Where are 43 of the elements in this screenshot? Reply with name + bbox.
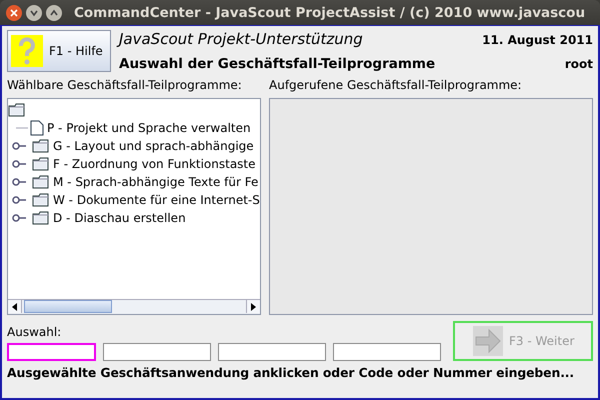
collapsed-handle-icon[interactable] (12, 213, 26, 223)
input-field[interactable] (333, 343, 441, 361)
tree-item[interactable]: P - Projekt und Sprache verwalten (47, 121, 251, 135)
minimize-button[interactable] (26, 4, 42, 20)
input-field[interactable] (218, 343, 326, 361)
chevron-down-icon (30, 8, 38, 16)
input-field[interactable] (103, 343, 211, 361)
called-label: Aufgerufene Geschäftsfall-Teilprogramme: (269, 78, 523, 92)
left-arrow-icon[interactable] (12, 302, 17, 310)
close-button[interactable] (6, 4, 22, 20)
window-title: CommandCenter - JavaScout ProjectAssist / (c) 2010 www.javascou (74, 4, 586, 20)
collapsed-handle-icon[interactable] (12, 177, 26, 187)
input-field[interactable] (7, 343, 96, 361)
folder-icon (32, 193, 50, 207)
close-icon (10, 8, 18, 16)
tree-item[interactable]: G - Layout und sprach-abhängige (53, 139, 254, 153)
collapsed-handle-icon[interactable] (12, 195, 26, 205)
maximize-button[interactable] (46, 4, 62, 20)
user-name: root (564, 57, 593, 71)
tree-item[interactable]: W - Dokumente für eine Internet-S (53, 193, 260, 207)
tree-item[interactable]: F - Zuordnung von Funktionstaste (53, 157, 256, 171)
tree-item[interactable]: M - Sprach-abhängige Texte für Fe (53, 175, 258, 189)
right-arrow-icon[interactable] (251, 302, 256, 310)
horizontal-scrollbar[interactable] (8, 299, 260, 314)
folder-icon (32, 175, 50, 189)
tree-item[interactable]: D - Diaschau erstellen (53, 211, 186, 225)
folder-icon (32, 157, 50, 171)
selection-label: Auswahl: (7, 325, 62, 339)
status-message: Ausgewählte Geschäftsanwendung anklicken oder Code oder Nummer eingeben... (7, 365, 576, 380)
document-icon (30, 120, 44, 136)
help-button[interactable]: F1 - Hilfe (7, 30, 111, 72)
chevron-up-icon (50, 8, 58, 16)
page-heading: Auswahl der Geschäftsfall-Teilprogramme (119, 56, 436, 72)
date-text: 11. August 2011 (482, 33, 593, 47)
collapsed-handle-icon[interactable] (12, 159, 26, 169)
folder-icon (32, 139, 50, 153)
arrow-icon (473, 326, 503, 356)
collapsed-handle-icon[interactable] (12, 141, 26, 151)
folder-icon (8, 103, 26, 117)
folder-icon (32, 211, 50, 225)
tree-line (16, 127, 28, 129)
app-name: JavaScout Projekt-Unterstützung (119, 30, 363, 48)
available-label: Wählbare Geschäftsfall-Teilprogramme: (7, 78, 243, 92)
